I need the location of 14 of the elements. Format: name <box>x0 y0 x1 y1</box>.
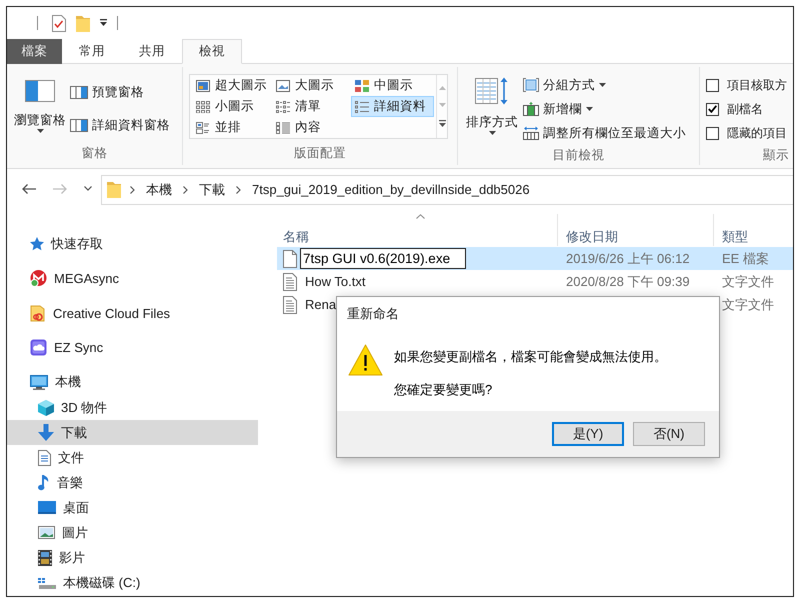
dialog-title: 重新命名 <box>347 305 399 323</box>
group-label: 版面配置 <box>293 145 347 162</box>
file-type: 文字文件 <box>721 274 774 288</box>
group-label: 顯示 <box>763 148 789 162</box>
file-date: 2019/6/26 上午 06:12 <box>565 250 690 266</box>
group-label: 窗格 <box>80 145 108 162</box>
file-name: Rena <box>305 297 336 312</box>
dialog-message: 如果您變更副檔名，檔案可能會變成無法使用。 <box>394 348 667 365</box>
group-label: 目前檢視 <box>552 147 606 164</box>
file-date: 2020/8/28 下午 09:39 <box>565 274 690 288</box>
file-name: How To.txt <box>305 274 366 289</box>
file-type: EE 檔案 <box>721 250 769 266</box>
file-type: 文字文件 <box>721 296 774 312</box>
dialog-message: 您確定要變更嗎? <box>394 381 494 398</box>
